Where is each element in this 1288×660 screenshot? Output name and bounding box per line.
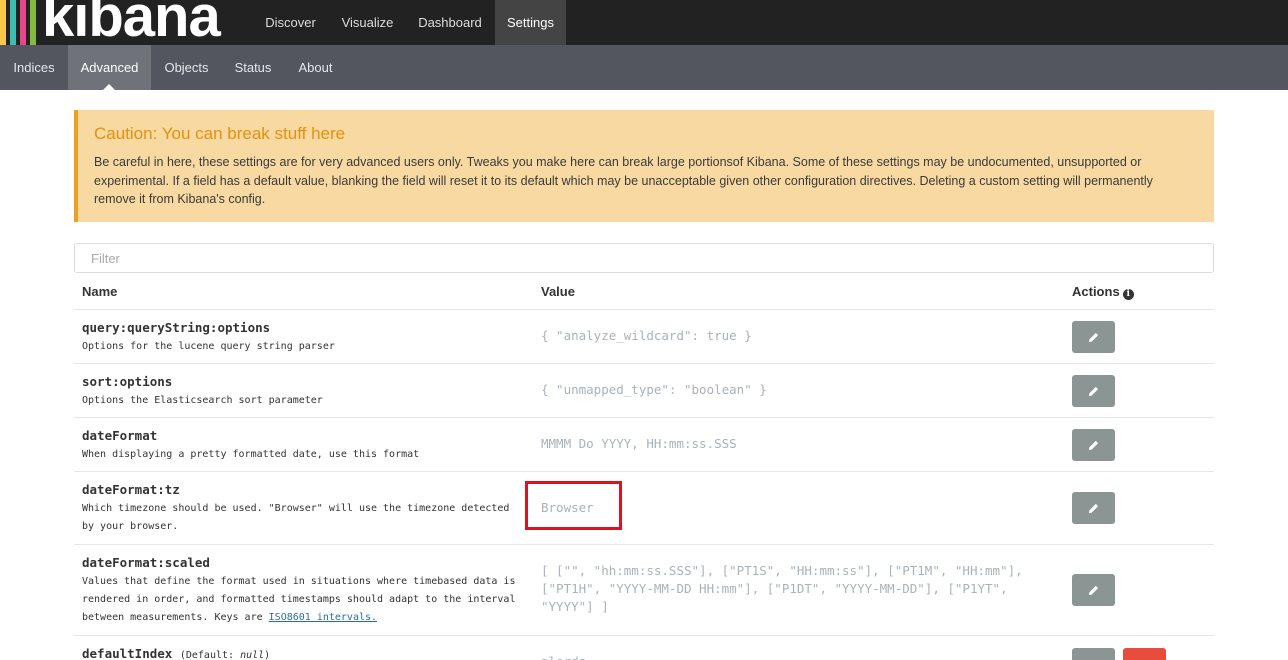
- setting-value: { "unmapped_type": "boolean" }: [541, 382, 767, 397]
- tab-objects[interactable]: Objects: [151, 45, 222, 90]
- edit-button[interactable]: [1072, 429, 1115, 461]
- setting-name-cell: query:queryString:options Options for th…: [82, 320, 522, 356]
- column-header-value: Value: [541, 284, 575, 299]
- default-note-suffix: ): [264, 650, 271, 660]
- pencil-icon: [1088, 585, 1099, 595]
- default-note: (Default: null): [180, 650, 270, 660]
- setting-description: Options the Elasticsearch sort parameter: [82, 395, 323, 406]
- filter-input[interactable]: [74, 243, 1214, 273]
- tab-status[interactable]: Status: [222, 45, 284, 90]
- setting-name-cell: dateFormat When displaying a pretty form…: [82, 428, 522, 464]
- logo-bar-pink: [20, 0, 26, 45]
- edit-button[interactable]: [1072, 492, 1115, 524]
- edit-button[interactable]: [1072, 574, 1115, 606]
- delete-button[interactable]: [1123, 648, 1166, 660]
- setting-name-cell: sort:options Options the Elasticsearch s…: [82, 374, 522, 410]
- setting-name-cell: dateFormat:tz Which timezone should be u…: [82, 482, 522, 536]
- nav-discover[interactable]: Discover: [253, 0, 328, 45]
- info-icon[interactable]: i: [1122, 289, 1134, 300]
- highlight-box: [525, 481, 622, 530]
- setting-value: MMMM Do YYYY, HH:mm:ss.SSS: [541, 436, 737, 451]
- setting-name-cell: dateFormat:scaled Values that define the…: [82, 555, 522, 627]
- kibana-logo[interactable]: kibana: [0, 0, 240, 45]
- pencil-icon: [1088, 503, 1099, 513]
- caution-text: Be careful in here, these settings are f…: [94, 155, 1153, 206]
- row-divider: [74, 471, 1214, 472]
- row-divider: [74, 635, 1214, 636]
- tab-indices[interactable]: Indices: [0, 45, 68, 90]
- logo-bar-yellow: [0, 0, 6, 45]
- top-navbar: kibana Discover Visualize Dashboard Sett…: [0, 0, 1288, 45]
- setting-description: Which timezone should be used. "Browser"…: [82, 503, 510, 532]
- column-header-actions: Actions i: [1072, 284, 1134, 300]
- setting-name: sort:options: [82, 374, 173, 389]
- default-note-prefix: (Default:: [179, 650, 235, 660]
- nav-settings[interactable]: Settings: [495, 0, 566, 45]
- caution-title: Caution: You can break stuff here: [94, 124, 346, 143]
- caution-alert: Caution: You can break stuff here Be car…: [74, 110, 1214, 222]
- setting-name: dateFormat:tz: [82, 482, 180, 497]
- row-divider: [74, 544, 1214, 545]
- default-note-value: null: [240, 650, 265, 660]
- pencil-icon: [1088, 440, 1099, 450]
- setting-name-text: defaultIndex: [82, 646, 173, 660]
- logo-bar-green: [30, 0, 36, 45]
- setting-description: Values that define the format used in si…: [82, 573, 522, 627]
- logo-bar-teal: [10, 0, 16, 45]
- setting-value: { "analyze_wildcard": true }: [541, 328, 752, 343]
- edit-button[interactable]: [1072, 648, 1115, 660]
- setting-value: alerds: [541, 653, 1061, 660]
- logo-wordmark: kibana: [42, 0, 221, 45]
- edit-button[interactable]: [1072, 375, 1115, 407]
- setting-name-cell: defaultIndex (Default: null): [82, 646, 522, 660]
- setting-name: defaultIndex (Default: null): [82, 646, 522, 660]
- setting-name: dateFormat: [82, 428, 158, 443]
- row-divider: [74, 417, 1214, 418]
- row-divider: [74, 363, 1214, 364]
- setting-name: query:queryString:options: [82, 320, 271, 335]
- pencil-icon: [1088, 332, 1099, 342]
- iso8601-link[interactable]: ISO8601 intervals.: [269, 612, 377, 623]
- settings-subnav: Indices Advanced Objects Status About: [0, 45, 1288, 90]
- active-tab-caret: [103, 84, 115, 90]
- actions-header-label: Actions: [1072, 284, 1120, 299]
- row-divider: [74, 309, 1214, 310]
- nav-visualize[interactable]: Visualize: [330, 0, 405, 45]
- setting-name: dateFormat:scaled: [82, 555, 210, 570]
- edit-button[interactable]: [1072, 321, 1115, 353]
- tab-about[interactable]: About: [284, 45, 347, 90]
- nav-dashboard[interactable]: Dashboard: [407, 0, 493, 45]
- pencil-icon: [1088, 386, 1099, 396]
- setting-description: When displaying a pretty formatted date,…: [82, 449, 420, 460]
- column-header-name: Name: [82, 284, 118, 299]
- setting-value: [ ["", "hh:mm:ss.SSS"], ["PT1S", "HH:mm:…: [541, 563, 1023, 614]
- setting-description: Options for the lucene query string pars…: [82, 341, 335, 352]
